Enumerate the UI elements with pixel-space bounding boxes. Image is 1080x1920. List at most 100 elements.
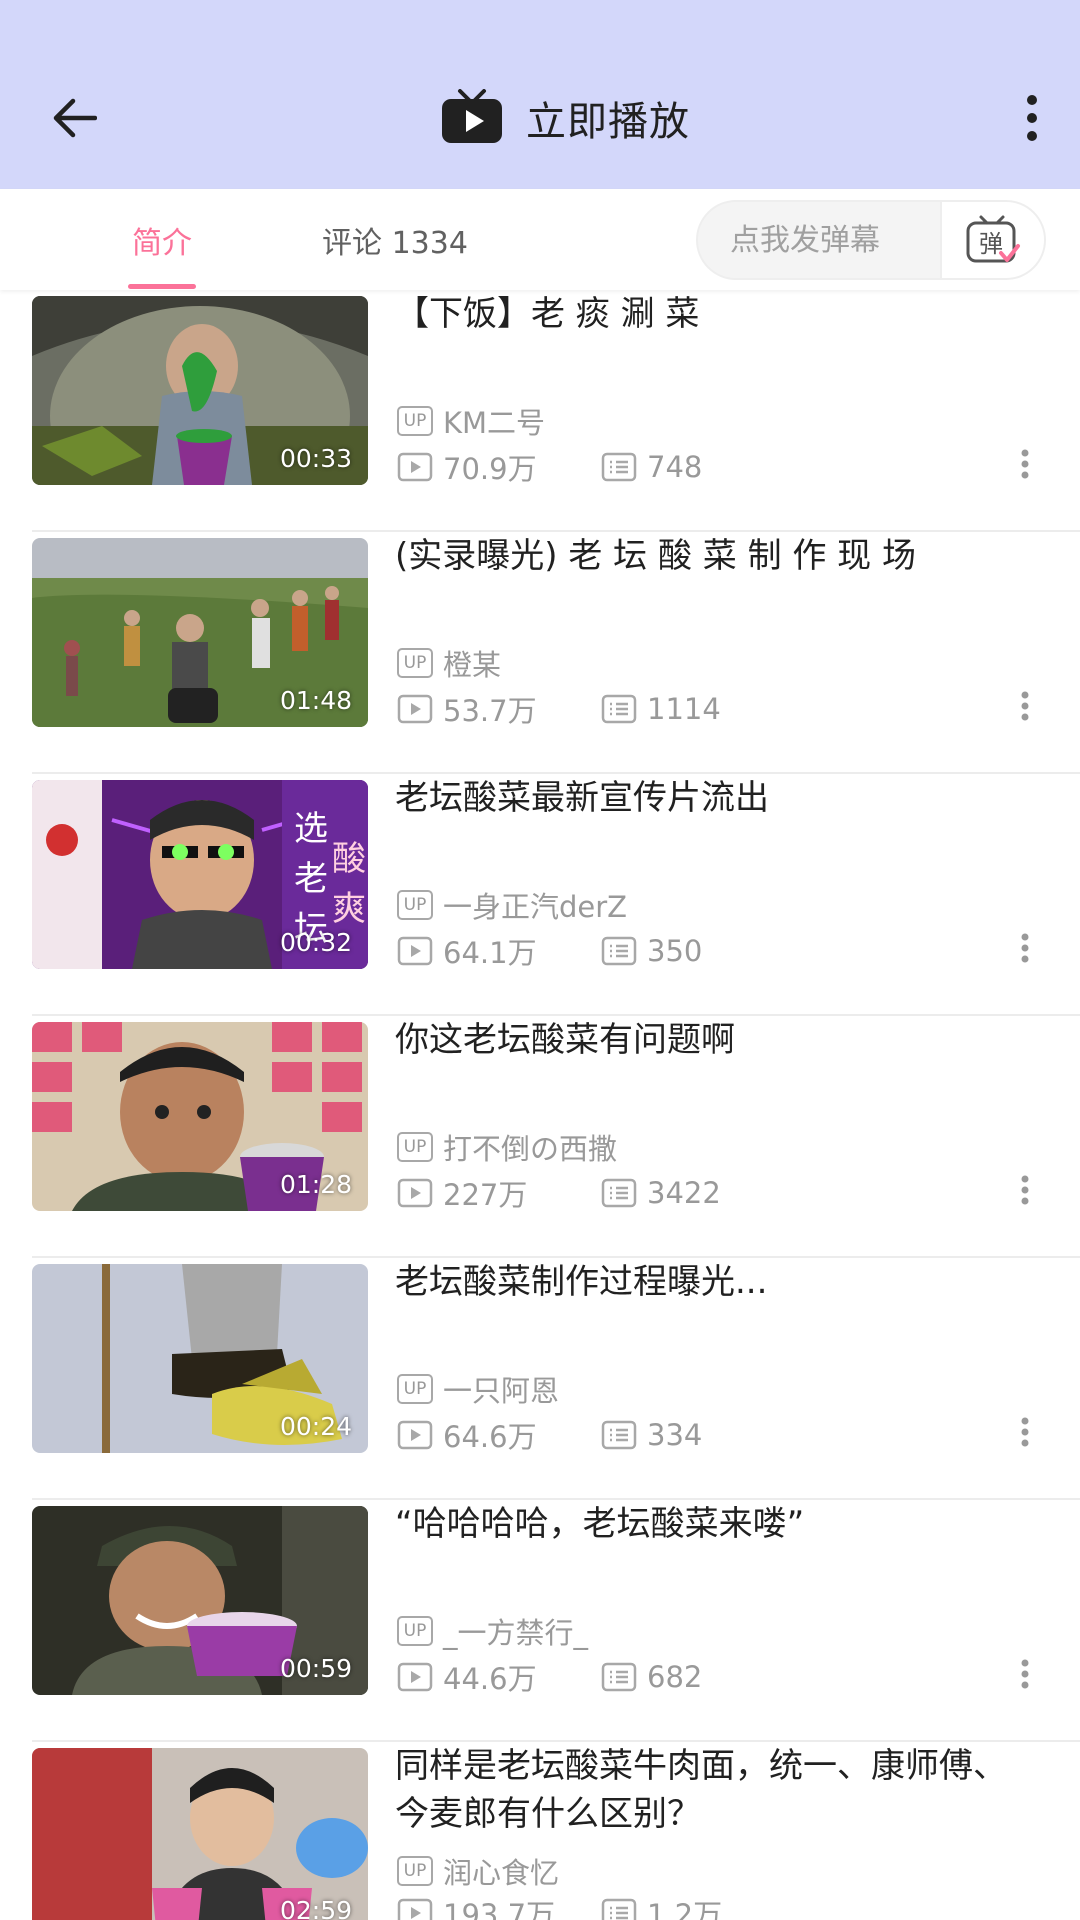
danmaku-count-icon (601, 1420, 637, 1450)
view-count: 64.6万 (443, 1420, 537, 1454)
video-list-item[interactable]: 选 老 坛 酸 爽 00:32 老坛酸菜最新宣传片流出 UP 一身正汽derZ … (0, 774, 1080, 1016)
uploader-row[interactable]: UP 橙某 (397, 642, 501, 684)
svg-text:酸: 酸 (332, 839, 366, 879)
svg-text:爽: 爽 (332, 889, 366, 929)
play-now-button[interactable]: 立即播放 (440, 84, 690, 152)
video-title: “哈哈哈哈，老坛酸菜来喽” (395, 1504, 805, 1544)
danmaku-count-icon (601, 936, 637, 966)
up-badge-icon: UP (397, 406, 433, 436)
video-list-item[interactable]: 00:33 【下饭】老 痰 涮 菜 UP KM二号 70.9万 748 (0, 290, 1080, 532)
video-list-item[interactable]: 02:59 同样是老坛酸菜牛肉面，统一、康师傅、今麦郎有什么区别？ UP 润心食… (0, 1742, 1080, 1920)
item-more-button[interactable] (1010, 446, 1040, 482)
play-count-icon (397, 452, 433, 482)
video-list-item[interactable]: 01:28 你这老坛酸菜有问题啊 UP 打不倒の西撒 227万 3422 (0, 1016, 1080, 1258)
danmaku-bar: 弹 (696, 200, 1046, 280)
video-list-item[interactable]: 01:48 (实录曝光) 老 坛 酸 菜 制 作 现 场 UP 橙某 53.7万… (0, 532, 1080, 774)
video-duration: 01:48 (279, 686, 352, 715)
video-thumbnail[interactable]: 00:33 (32, 296, 368, 485)
item-more-button[interactable] (1010, 930, 1040, 966)
uploader-row[interactable]: UP KM二号 (397, 400, 545, 442)
more-vertical-icon (1027, 95, 1037, 141)
danmaku-toggle-button[interactable]: 弹 (940, 202, 1044, 278)
video-title: 同样是老坛酸菜牛肉面，统一、康师傅、今麦郎有什么区别？ (395, 1746, 1007, 1834)
up-badge-icon: UP (397, 1856, 433, 1886)
tab-intro[interactable]: 简介 (116, 189, 208, 290)
uploader-name: _一方禁行_ (443, 1616, 589, 1650)
video-duration: 00:59 (279, 1654, 352, 1683)
video-list-item[interactable]: 00:24 老坛酸菜制作过程曝光... UP 一只阿恩 64.6万 334 (0, 1258, 1080, 1500)
up-badge-icon: UP (397, 1616, 433, 1646)
arrow-left-icon (53, 98, 97, 138)
stats-row: 193.7万 1.2万 (397, 1892, 1037, 1920)
video-thumbnail[interactable]: 00:59 (32, 1506, 368, 1695)
play-count-icon (397, 1178, 433, 1208)
uploader-name: 打不倒の西撒 (443, 1132, 618, 1166)
uploader-row[interactable]: UP _一方禁行_ (397, 1610, 588, 1652)
more-vertical-icon (1021, 1417, 1029, 1447)
uploader-row[interactable]: UP 打不倒の西撒 (397, 1126, 617, 1168)
uploader-row[interactable]: UP 一身正汽derZ (397, 884, 627, 926)
view-count: 64.1万 (443, 936, 537, 970)
video-title: 你这老坛酸菜有问题啊 (395, 1020, 735, 1060)
danmaku-count: 350 (647, 934, 703, 968)
more-options-button[interactable] (1002, 84, 1062, 152)
active-tab-indicator (128, 284, 196, 289)
more-vertical-icon (1021, 1659, 1029, 1689)
tv-play-icon (442, 89, 502, 143)
uploader-row[interactable]: UP 润心食忆 (397, 1850, 559, 1892)
danmaku-count-icon (601, 1898, 637, 1920)
top-app-bar: 立即播放 (0, 0, 1080, 189)
up-badge-icon: UP (397, 890, 433, 920)
stats-row: 44.6万 682 (397, 1656, 1037, 1698)
danmaku-count-icon (601, 1178, 637, 1208)
danmaku-count: 1.2万 (647, 1898, 723, 1920)
play-count-icon (397, 694, 433, 724)
video-thumbnail[interactable]: 选 老 坛 酸 爽 00:32 (32, 780, 368, 969)
play-count-icon (397, 1420, 433, 1450)
video-thumbnail[interactable]: 01:48 (32, 538, 368, 727)
view-count: 193.7万 (443, 1898, 556, 1920)
tab-comments[interactable]: 评论 1334 (320, 189, 470, 290)
video-thumbnail[interactable]: 00:24 (32, 1264, 368, 1453)
svg-text:老: 老 (294, 859, 328, 899)
uploader-name: 润心食忆 (443, 1856, 560, 1890)
danmaku-toggle-icon: 弹 (966, 215, 1020, 263)
danmaku-count: 682 (647, 1660, 703, 1694)
play-count-icon (397, 936, 433, 966)
up-badge-icon: UP (397, 1374, 433, 1404)
danmaku-input[interactable] (698, 202, 942, 278)
danmaku-count-icon (601, 452, 637, 482)
danmaku-count: 1114 (647, 692, 721, 726)
play-count-icon (397, 1898, 433, 1920)
view-count: 53.7万 (443, 694, 537, 728)
stats-row: 70.9万 748 (397, 446, 1037, 488)
uploader-row[interactable]: UP 一只阿恩 (397, 1368, 559, 1410)
item-more-button[interactable] (1010, 688, 1040, 724)
danmaku-count: 748 (647, 450, 703, 484)
stats-row: 227万 3422 (397, 1172, 1037, 1214)
more-vertical-icon (1021, 449, 1029, 479)
uploader-name: 橙某 (443, 648, 502, 682)
video-duration: 02:59 (279, 1896, 352, 1920)
item-more-button[interactable] (1010, 1414, 1040, 1450)
item-more-button[interactable] (1010, 1656, 1040, 1692)
stats-row: 53.7万 1114 (397, 688, 1037, 730)
up-badge-icon: UP (397, 648, 433, 678)
stats-row: 64.1万 350 (397, 930, 1037, 972)
page-title: 立即播放 (526, 99, 690, 145)
uploader-name: 一身正汽derZ (443, 890, 628, 924)
video-duration: 00:33 (279, 444, 352, 473)
video-title: 老坛酸菜最新宣传片流出 (395, 778, 769, 818)
view-count: 44.6万 (443, 1662, 537, 1696)
related-video-list: 00:33 【下饭】老 痰 涮 菜 UP KM二号 70.9万 748 01:4… (0, 290, 1080, 1920)
video-thumbnail[interactable]: 01:28 (32, 1022, 368, 1211)
video-duration: 00:24 (279, 1412, 352, 1441)
danmaku-count: 3422 (647, 1176, 721, 1210)
video-duration: 01:28 (279, 1170, 352, 1199)
item-more-button[interactable] (1010, 1172, 1040, 1208)
video-list-item[interactable]: 00:59 “哈哈哈哈，老坛酸菜来喽” UP _一方禁行_ 44.6万 682 (0, 1500, 1080, 1742)
video-thumbnail[interactable]: 02:59 (32, 1748, 368, 1920)
video-title: 老坛酸菜制作过程曝光... (395, 1262, 768, 1302)
video-duration: 00:32 (279, 928, 352, 957)
back-button[interactable] (40, 84, 108, 152)
